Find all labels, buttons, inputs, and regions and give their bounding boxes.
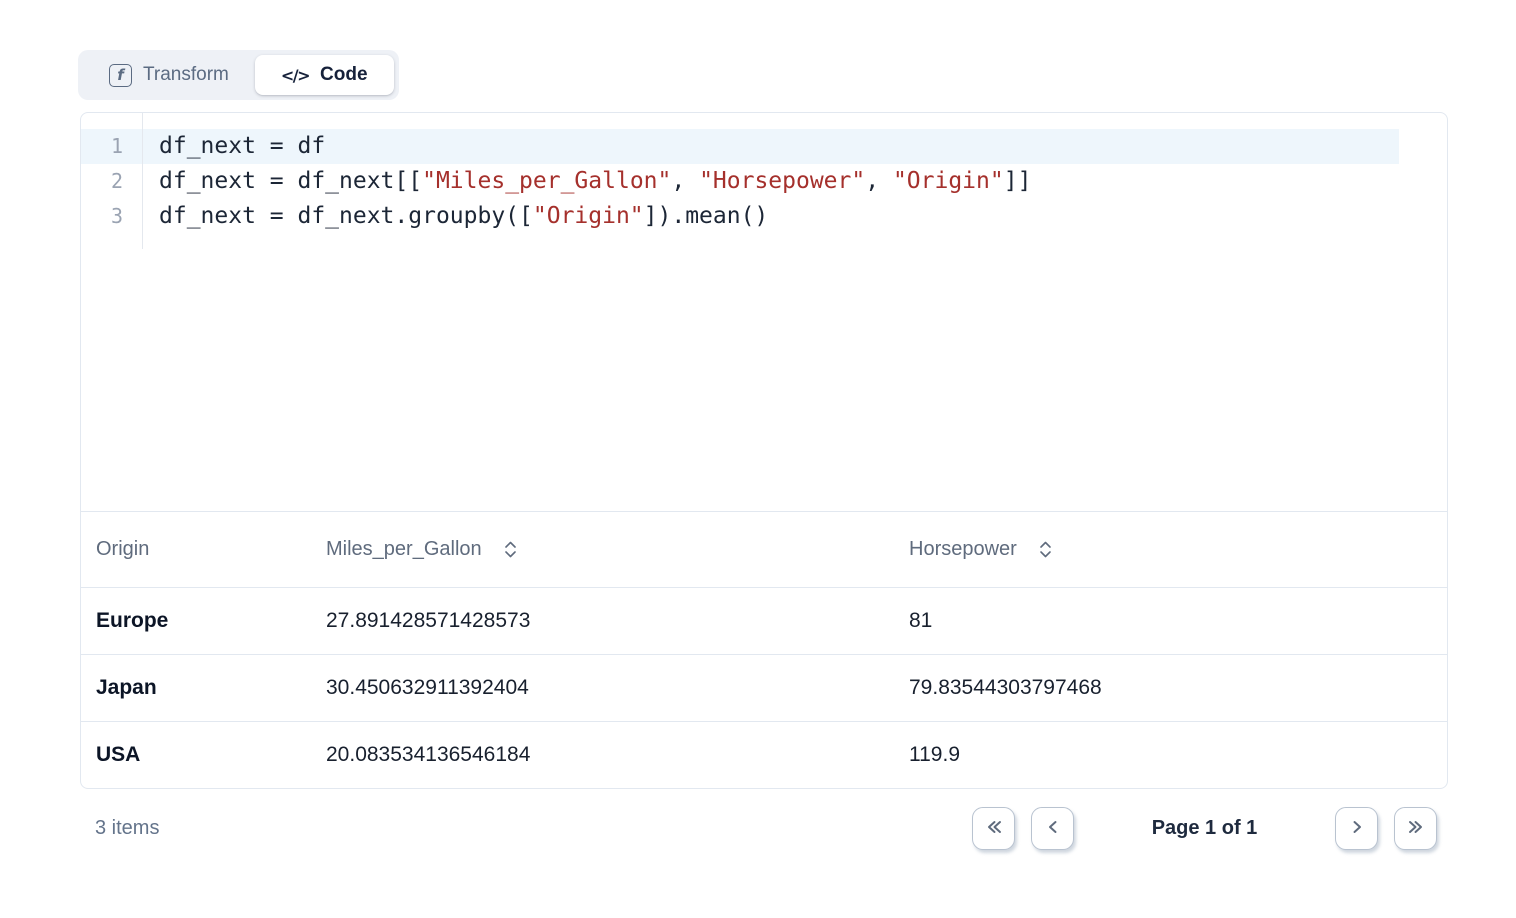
- double-chevron-right-icon: [1407, 818, 1425, 839]
- gutter-separator: [142, 113, 143, 249]
- table-row: USA 20.083534136546184 119.9: [81, 721, 1447, 788]
- cell-horsepower: 81: [909, 609, 1432, 633]
- cell-origin: Japan: [96, 676, 326, 700]
- code-text: df_next = df: [142, 129, 325, 164]
- pager: Page 1 of 1: [972, 807, 1437, 850]
- code-editor[interactable]: 1 df_next = df 2 df_next = df_next[["Mil…: [81, 113, 1447, 512]
- cell-horsepower: 119.9: [909, 743, 1432, 767]
- cell-origin: Europe: [96, 609, 326, 633]
- tab-code-label: Code: [320, 64, 368, 86]
- sort-icon[interactable]: [504, 540, 517, 559]
- table-header-row: Origin Miles_per_Gallon Horsepower: [81, 512, 1447, 587]
- table-row: Europe 27.891428571428573 81: [81, 587, 1447, 654]
- column-header-miles-per-gallon[interactable]: Miles_per_Gallon: [326, 538, 909, 561]
- line-number: 2: [81, 164, 142, 199]
- items-count: 3 items: [95, 817, 159, 840]
- code-line: 3 df_next = df_next.groupby(["Origin"]).…: [81, 199, 1399, 234]
- main-panel: 1 df_next = df 2 df_next = df_next[["Mil…: [80, 112, 1448, 789]
- tab-transform-label: Transform: [143, 64, 229, 86]
- tab-transform[interactable]: f Transform: [83, 55, 255, 95]
- code-icon: </>: [281, 66, 309, 85]
- chevron-left-icon: [1044, 818, 1062, 839]
- tab-code[interactable]: </> Code: [255, 55, 394, 95]
- column-label: Miles_per_Gallon: [326, 538, 482, 561]
- code-line: 2 df_next = df_next[["Miles_per_Gallon",…: [81, 164, 1399, 199]
- column-label: Origin: [96, 538, 149, 561]
- code-text: df_next = df_next[["Miles_per_Gallon", "…: [142, 164, 1031, 199]
- page-indicator: Page 1 of 1: [1090, 817, 1319, 840]
- cell-miles-per-gallon: 27.891428571428573: [326, 609, 909, 633]
- code-text: df_next = df_next.groupby(["Origin"]).me…: [142, 199, 768, 234]
- next-page-button[interactable]: [1335, 807, 1378, 850]
- column-label: Horsepower: [909, 538, 1017, 561]
- line-number: 1: [81, 129, 142, 164]
- function-icon: f: [109, 64, 132, 87]
- table-row: Japan 30.450632911392404 79.835443037974…: [81, 654, 1447, 721]
- pagination-footer: 3 items Page 1 of 1: [80, 789, 1448, 850]
- first-page-button[interactable]: [972, 807, 1015, 850]
- line-number: 3: [81, 199, 142, 234]
- cell-miles-per-gallon: 20.083534136546184: [326, 743, 909, 767]
- prev-page-button[interactable]: [1031, 807, 1074, 850]
- last-page-button[interactable]: [1394, 807, 1437, 850]
- chevron-right-icon: [1348, 818, 1366, 839]
- page: f Transform </> Code 1 df_next = df 2 df…: [0, 0, 1516, 850]
- cell-origin: USA: [96, 743, 326, 767]
- sort-icon[interactable]: [1039, 540, 1052, 559]
- view-tabbar: f Transform </> Code: [78, 50, 399, 100]
- cell-horsepower: 79.83544303797468: [909, 676, 1432, 700]
- cell-miles-per-gallon: 30.450632911392404: [326, 676, 909, 700]
- double-chevron-left-icon: [985, 818, 1003, 839]
- column-header-horsepower[interactable]: Horsepower: [909, 538, 1432, 561]
- code-line: 1 df_next = df: [81, 129, 1399, 164]
- column-header-origin: Origin: [96, 538, 326, 561]
- result-table: Origin Miles_per_Gallon Horsepower Europ…: [81, 512, 1447, 788]
